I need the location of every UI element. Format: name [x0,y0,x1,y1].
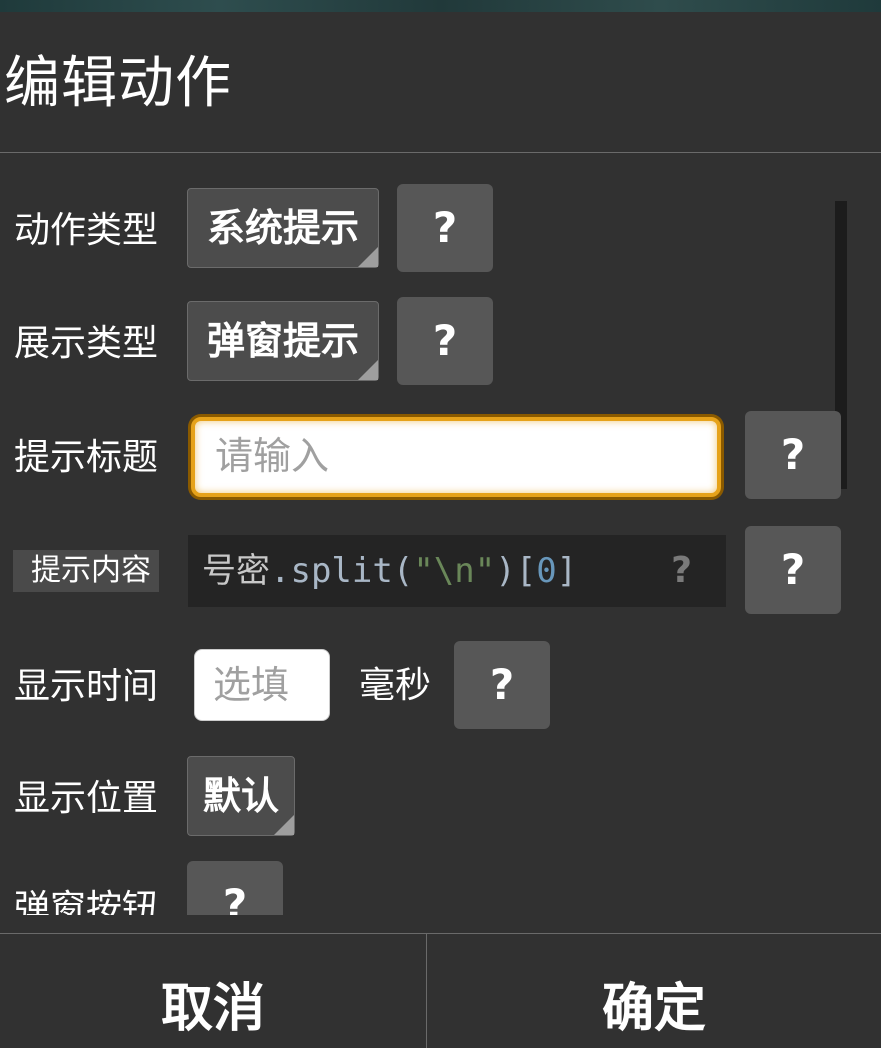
code-index: 0 [536,551,557,591]
code-open-paren: ( [392,551,414,591]
dialog-title: 编辑动作 [4,51,232,116]
display-time-label: 显示时间 [14,666,159,707]
code-open-bracket: [ [515,551,537,591]
display-type-help-button[interactable]: ? [397,297,493,385]
prompt-title-label: 提示标题 [14,437,159,478]
prompt-content-help-button[interactable]: ? [745,526,841,614]
cancel-button[interactable]: 取消 [0,934,426,1048]
display-time-help-button[interactable]: ? [454,641,550,729]
prompt-title-help-button[interactable]: ? [745,411,841,499]
popup-button-label: 弹窗按钮 [14,888,159,915]
confirm-button[interactable]: 确定 [427,934,881,1048]
code-close-bracket: ] [556,551,578,591]
prompt-title-input[interactable]: 请输入 [191,417,721,497]
action-type-label: 动作类型 [14,210,159,251]
action-type-spinner[interactable]: 系统提示 [187,188,379,268]
code-method: split [290,551,393,591]
wallpaper-strip [0,0,881,12]
popup-button-help-button[interactable]: ? [187,861,283,915]
edit-action-dialog: 编辑动作 动作类型 系统提示 ? 展示类型 弹窗提示 ? 提示标题 请输入 ? … [0,12,881,1048]
action-type-help-button[interactable]: ? [397,184,493,272]
prompt-content-code-editor[interactable]: 号密.split("\n")[0] ? [188,535,726,607]
display-position-label: 显示位置 [14,778,159,819]
display-position-spinner[interactable]: 默认 [187,756,295,836]
prompt-content-label: 提示内容 [13,550,159,592]
display-type-spinner[interactable]: 弹窗提示 [187,301,379,381]
code-prefix: 号密 [202,551,270,591]
code-inline-help-icon[interactable]: ? [671,535,692,607]
code-close-paren: ) [495,551,516,591]
code-string: "\n" [413,551,496,591]
code-dot: . [270,551,291,591]
form-scroll-area[interactable]: 动作类型 系统提示 ? 展示类型 弹窗提示 ? 提示标题 请输入 ? 提示内容 … [0,153,881,915]
display-type-label: 展示类型 [14,323,159,364]
display-time-unit: 毫秒 [359,665,432,706]
display-time-input[interactable]: 选填 [194,649,330,721]
